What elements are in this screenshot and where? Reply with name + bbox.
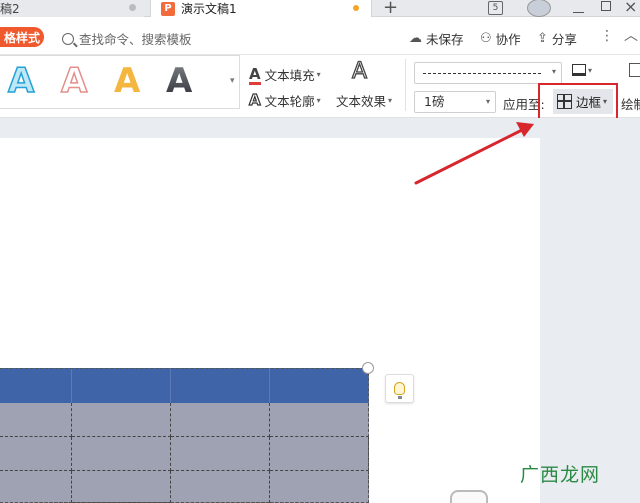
wordart-style-blue[interactable]: A	[7, 63, 35, 99]
resize-handle[interactable]	[362, 362, 374, 374]
draw-table-icon[interactable]	[629, 63, 640, 77]
tab-label: 稿2	[0, 2, 20, 16]
menu-row: 格样式 查找命令、搜索模板 ☁ 未保存 ⚇ 协作 ⇪ 分享 ⋮ ︿	[0, 17, 640, 55]
watermark-text: 广西龙网	[520, 464, 601, 486]
text-outline-icon: A	[248, 91, 261, 109]
line-style-select[interactable]: ▾	[414, 62, 562, 84]
cloud-icon: ☁	[409, 31, 422, 46]
table-cell[interactable]	[72, 403, 171, 437]
chevron-down-icon: ▾	[551, 67, 556, 76]
minimize-icon[interactable]	[573, 1, 584, 13]
collab-button[interactable]: ⚇ 协作	[480, 29, 521, 48]
lightbulb-icon	[394, 382, 405, 399]
tab-bar: 稿2 P 演示文稿1 + 5 ×	[0, 0, 640, 18]
text-effect-button[interactable]: 文本效果 ▾	[336, 91, 392, 110]
table-cell[interactable]	[171, 403, 270, 437]
person-add-icon: ⚇	[480, 31, 492, 46]
collab-label: 协作	[495, 32, 521, 47]
chevron-down-icon: ▾	[588, 65, 593, 75]
wordart-gallery: A A A A ▾	[0, 55, 240, 109]
table-style-tab[interactable]: 格样式	[0, 27, 44, 47]
window-layout-icon[interactable]: 5	[488, 1, 503, 15]
tab-presentation-1[interactable]: P 演示文稿1	[150, 0, 372, 17]
wordart-style-gray[interactable]: A	[166, 64, 192, 98]
text-effect-label: 文本效果	[336, 94, 387, 109]
share-icon: ⇪	[537, 31, 548, 46]
table-cell[interactable]	[270, 471, 369, 503]
dashed-line-preview	[423, 73, 541, 74]
text-fill-label: 文本填充	[264, 68, 315, 83]
table-row	[0, 437, 369, 471]
table-cell[interactable]	[0, 437, 72, 471]
table[interactable]	[0, 368, 369, 503]
table-cell[interactable]	[0, 403, 72, 437]
pen-color-icon	[572, 64, 586, 76]
table-row	[0, 403, 369, 437]
table-cell[interactable]	[171, 368, 270, 403]
text-fill-button[interactable]: A 文本填充 ▾	[249, 65, 321, 85]
maximize-icon[interactable]	[601, 1, 611, 11]
chevron-down-icon: ▾	[316, 96, 321, 105]
tab-label: 演示文稿1	[181, 2, 237, 16]
chevron-up-icon[interactable]: ︿	[624, 25, 638, 45]
chevron-down-icon: ▾	[316, 70, 321, 79]
text-outline-label: 文本轮廓	[264, 94, 315, 109]
table-cell[interactable]	[171, 437, 270, 471]
smart-tip-button[interactable]	[385, 374, 414, 403]
search-placeholder: 查找命令、搜索模板	[79, 32, 192, 47]
border-color-button[interactable]: ▾	[572, 64, 592, 76]
new-tab-icon[interactable]: +	[383, 0, 398, 18]
table-cell[interactable]	[270, 368, 369, 403]
wordart-style-pink[interactable]: A	[60, 63, 88, 99]
command-search[interactable]: 查找命令、搜索模板	[62, 29, 192, 48]
avatar[interactable]	[527, 0, 551, 17]
unsaved-dot[interactable]	[353, 5, 359, 11]
share-button[interactable]: ⇪ 分享	[537, 29, 577, 48]
table-cell[interactable]	[0, 471, 72, 503]
table-cell[interactable]	[270, 437, 369, 471]
line-weight-value: 1磅	[424, 94, 445, 109]
presentation-app-icon: P	[161, 1, 175, 16]
more-icon[interactable]: ⋮	[600, 28, 614, 44]
table-cell[interactable]	[72, 471, 171, 503]
unsaved-label: 未保存	[426, 32, 464, 47]
share-label: 分享	[551, 32, 577, 47]
text-effect-icon[interactable]: A	[351, 60, 367, 83]
wordart-style-gold[interactable]: A	[114, 64, 140, 98]
annotation-highlight-box	[538, 83, 618, 123]
table-row	[0, 471, 369, 503]
divider	[405, 59, 406, 111]
line-weight-select[interactable]: 1磅 ▾	[414, 91, 496, 113]
unsaved-button[interactable]: ☁ 未保存	[409, 29, 464, 48]
text-outline-button[interactable]: A 文本轮廓 ▾	[248, 91, 321, 110]
search-icon	[62, 32, 74, 45]
table-cell[interactable]	[72, 368, 171, 403]
table-cell[interactable]	[72, 437, 171, 471]
chevron-down-icon: ▾	[388, 96, 393, 105]
table-header-row	[0, 368, 369, 403]
chevron-down-icon: ▾	[485, 97, 490, 106]
draw-table-label[interactable]: 绘制	[621, 94, 640, 113]
table-cell[interactable]	[171, 471, 270, 503]
tab-document-2[interactable]: 稿2	[0, 0, 144, 17]
table-cell[interactable]	[0, 368, 72, 403]
gallery-expand-icon[interactable]: ▾	[230, 76, 235, 86]
text-fill-icon: A	[249, 65, 261, 85]
tab-close-dot[interactable]	[129, 4, 136, 11]
close-icon[interactable]: ×	[624, 0, 637, 16]
table-cell[interactable]	[270, 403, 369, 437]
watermark-logo	[450, 490, 488, 503]
